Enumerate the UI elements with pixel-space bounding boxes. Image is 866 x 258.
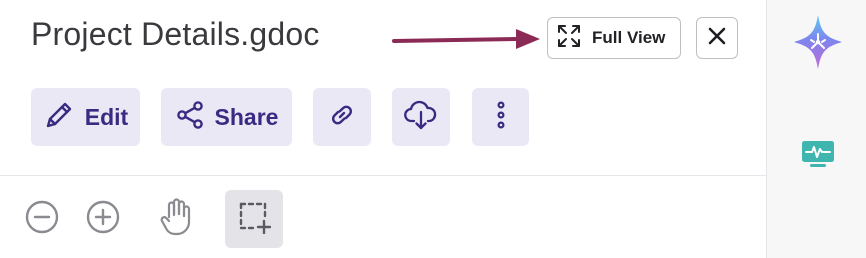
document-title: Project Details.gdoc [31,16,320,52]
document-preview-panel: Project Details.gdoc Full View Edit Shar… [0,0,866,258]
toolbar-divider [0,175,766,176]
activity-monitor-button[interactable] [801,140,835,175]
monitor-pulse-icon [801,140,835,175]
zoom-out-icon [24,199,60,240]
link-icon [327,100,357,135]
ai-assistant-button[interactable] [793,14,843,75]
pan-tool-button[interactable] [147,190,205,248]
area-select-tool-button[interactable] [225,190,283,248]
share-icon [175,100,205,135]
preview-main: Project Details.gdoc Full View Edit Shar… [0,0,766,258]
hand-icon [159,197,193,242]
close-button[interactable] [696,17,738,59]
full-view-label: Full View [592,28,666,47]
edit-label: Edit [84,103,129,130]
zoom-out-button[interactable] [13,190,71,248]
right-sidebar [766,0,866,258]
download-button[interactable] [392,88,450,146]
ai-sparkle-icon [793,14,843,75]
cloud-download-icon [403,98,439,137]
share-label: Share [214,103,279,130]
edit-button[interactable]: Edit [31,88,140,146]
expand-icon [556,23,582,54]
copy-link-button[interactable] [313,88,371,146]
pencil-icon [43,99,75,136]
annotation-arrow [392,29,540,49]
zoom-in-icon [85,199,121,240]
full-view-button[interactable]: Full View [547,17,681,59]
zoom-in-button[interactable] [74,190,132,248]
close-icon [708,27,726,50]
more-options-button[interactable] [472,88,529,146]
area-select-icon [237,200,272,239]
share-button[interactable]: Share [161,88,292,146]
more-vertical-icon [496,100,506,135]
